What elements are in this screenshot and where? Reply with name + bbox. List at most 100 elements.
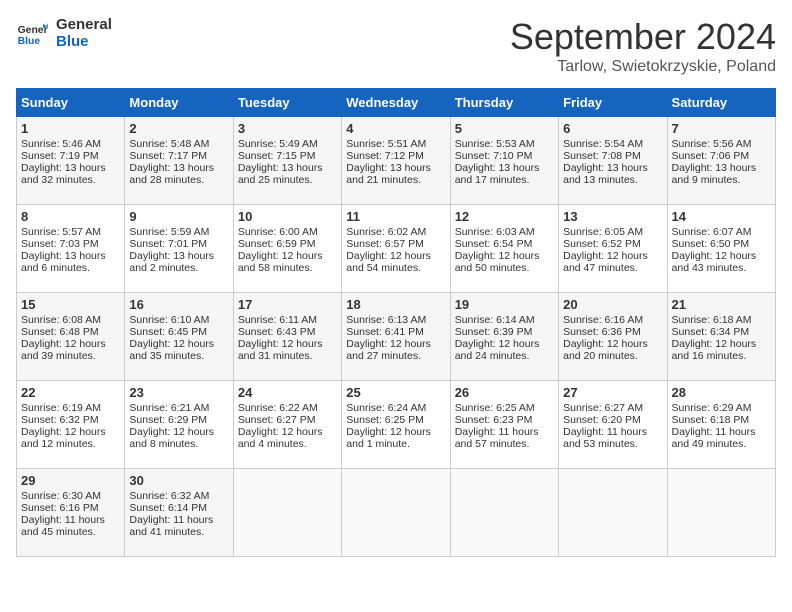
calendar-cell	[450, 469, 558, 557]
day-info-line: Sunset: 7:03 PM	[21, 238, 120, 250]
day-info-line: Daylight: 12 hours	[563, 338, 662, 350]
calendar-cell: 25Sunrise: 6:24 AMSunset: 6:25 PMDayligh…	[342, 381, 450, 469]
calendar-cell: 5Sunrise: 5:53 AMSunset: 7:10 PMDaylight…	[450, 117, 558, 205]
calendar-cell: 1Sunrise: 5:46 AMSunset: 7:19 PMDaylight…	[17, 117, 125, 205]
day-info-line: Sunset: 7:17 PM	[129, 150, 228, 162]
day-info-line: Sunrise: 6:10 AM	[129, 314, 228, 326]
calendar-cell: 24Sunrise: 6:22 AMSunset: 6:27 PMDayligh…	[233, 381, 341, 469]
day-info-line: Sunset: 6:23 PM	[455, 414, 554, 426]
day-info-line: Sunrise: 5:56 AM	[672, 138, 771, 150]
calendar-cell: 14Sunrise: 6:07 AMSunset: 6:50 PMDayligh…	[667, 205, 775, 293]
day-info-line: Daylight: 12 hours	[346, 426, 445, 438]
day-info-line: Sunrise: 6:13 AM	[346, 314, 445, 326]
day-info-line: and 49 minutes.	[672, 438, 771, 450]
day-info-line: Daylight: 11 hours	[563, 426, 662, 438]
calendar-cell: 13Sunrise: 6:05 AMSunset: 6:52 PMDayligh…	[559, 205, 667, 293]
day-info-line: Sunrise: 5:48 AM	[129, 138, 228, 150]
day-info-line: and 12 minutes.	[21, 438, 120, 450]
day-info-line: and 4 minutes.	[238, 438, 337, 450]
day-info-line: Sunset: 6:54 PM	[455, 238, 554, 250]
day-info-line: Daylight: 12 hours	[563, 250, 662, 262]
day-info-line: Sunrise: 6:21 AM	[129, 402, 228, 414]
day-info-line: Daylight: 12 hours	[346, 250, 445, 262]
calendar-cell: 21Sunrise: 6:18 AMSunset: 6:34 PMDayligh…	[667, 293, 775, 381]
day-info-line: Daylight: 13 hours	[346, 162, 445, 174]
day-number: 9	[129, 209, 228, 224]
day-info-line: and 8 minutes.	[129, 438, 228, 450]
day-info-line: Sunset: 6:39 PM	[455, 326, 554, 338]
calendar-cell: 16Sunrise: 6:10 AMSunset: 6:45 PMDayligh…	[125, 293, 233, 381]
day-info-line: Sunrise: 6:18 AM	[672, 314, 771, 326]
calendar-cell: 17Sunrise: 6:11 AMSunset: 6:43 PMDayligh…	[233, 293, 341, 381]
day-info-line: Daylight: 13 hours	[563, 162, 662, 174]
day-number: 20	[563, 297, 662, 312]
calendar-cell: 18Sunrise: 6:13 AMSunset: 6:41 PMDayligh…	[342, 293, 450, 381]
week-row-3: 15Sunrise: 6:08 AMSunset: 6:48 PMDayligh…	[17, 293, 776, 381]
day-info-line: and 32 minutes.	[21, 174, 120, 186]
day-info-line: Sunrise: 6:16 AM	[563, 314, 662, 326]
day-info-line: and 16 minutes.	[672, 350, 771, 362]
day-info-line: Sunset: 6:50 PM	[672, 238, 771, 250]
day-info-line: and 35 minutes.	[129, 350, 228, 362]
calendar-cell: 4Sunrise: 5:51 AMSunset: 7:12 PMDaylight…	[342, 117, 450, 205]
day-info-line: Daylight: 12 hours	[238, 338, 337, 350]
calendar-cell: 29Sunrise: 6:30 AMSunset: 6:16 PMDayligh…	[17, 469, 125, 557]
calendar-cell: 7Sunrise: 5:56 AMSunset: 7:06 PMDaylight…	[667, 117, 775, 205]
day-info-line: Sunrise: 6:11 AM	[238, 314, 337, 326]
day-info-line: Sunrise: 6:24 AM	[346, 402, 445, 414]
day-info-line: and 45 minutes.	[21, 526, 120, 538]
day-info-line: Daylight: 13 hours	[21, 162, 120, 174]
day-info-line: Sunrise: 6:22 AM	[238, 402, 337, 414]
day-info-line: Sunset: 6:52 PM	[563, 238, 662, 250]
day-info-line: Sunrise: 6:07 AM	[672, 226, 771, 238]
calendar-cell	[233, 469, 341, 557]
day-info-line: and 31 minutes.	[238, 350, 337, 362]
day-info-line: Sunset: 6:43 PM	[238, 326, 337, 338]
day-info-line: Sunrise: 5:46 AM	[21, 138, 120, 150]
calendar-cell: 23Sunrise: 6:21 AMSunset: 6:29 PMDayligh…	[125, 381, 233, 469]
day-info-line: Sunrise: 6:25 AM	[455, 402, 554, 414]
day-info-line: and 13 minutes.	[563, 174, 662, 186]
calendar-cell	[667, 469, 775, 557]
logo: General Blue General Blue	[16, 16, 112, 50]
day-info-line: Daylight: 13 hours	[238, 162, 337, 174]
day-number: 21	[672, 297, 771, 312]
logo-blue: Blue	[56, 33, 112, 50]
day-info-line: Sunrise: 5:54 AM	[563, 138, 662, 150]
day-info-line: and 58 minutes.	[238, 262, 337, 274]
day-info-line: and 50 minutes.	[455, 262, 554, 274]
day-info-line: Sunset: 6:18 PM	[672, 414, 771, 426]
calendar-cell: 22Sunrise: 6:19 AMSunset: 6:32 PMDayligh…	[17, 381, 125, 469]
day-info-line: Sunset: 7:08 PM	[563, 150, 662, 162]
day-info-line: Daylight: 12 hours	[129, 426, 228, 438]
day-info-line: and 6 minutes.	[21, 262, 120, 274]
day-number: 12	[455, 209, 554, 224]
calendar-cell: 12Sunrise: 6:03 AMSunset: 6:54 PMDayligh…	[450, 205, 558, 293]
day-info-line: Sunset: 7:06 PM	[672, 150, 771, 162]
calendar-table: SundayMondayTuesdayWednesdayThursdayFrid…	[16, 88, 776, 557]
day-number: 3	[238, 121, 337, 136]
week-row-4: 22Sunrise: 6:19 AMSunset: 6:32 PMDayligh…	[17, 381, 776, 469]
day-info-line: and 41 minutes.	[129, 526, 228, 538]
day-info-line: and 57 minutes.	[455, 438, 554, 450]
day-info-line: Daylight: 12 hours	[672, 338, 771, 350]
day-info-line: and 25 minutes.	[238, 174, 337, 186]
day-info-line: Sunrise: 6:27 AM	[563, 402, 662, 414]
day-info-line: Sunrise: 6:08 AM	[21, 314, 120, 326]
day-info-line: Sunset: 7:15 PM	[238, 150, 337, 162]
day-number: 25	[346, 385, 445, 400]
day-number: 14	[672, 209, 771, 224]
day-info-line: Daylight: 13 hours	[129, 162, 228, 174]
week-row-5: 29Sunrise: 6:30 AMSunset: 6:16 PMDayligh…	[17, 469, 776, 557]
day-info-line: Sunset: 6:45 PM	[129, 326, 228, 338]
day-info-line: Sunrise: 5:53 AM	[455, 138, 554, 150]
day-number: 11	[346, 209, 445, 224]
day-info-line: Sunrise: 5:49 AM	[238, 138, 337, 150]
day-info-line: Daylight: 12 hours	[21, 338, 120, 350]
day-info-line: Daylight: 12 hours	[346, 338, 445, 350]
day-info-line: and 17 minutes.	[455, 174, 554, 186]
day-number: 2	[129, 121, 228, 136]
day-info-line: Sunset: 6:27 PM	[238, 414, 337, 426]
day-info-line: Sunset: 7:01 PM	[129, 238, 228, 250]
day-number: 29	[21, 473, 120, 488]
